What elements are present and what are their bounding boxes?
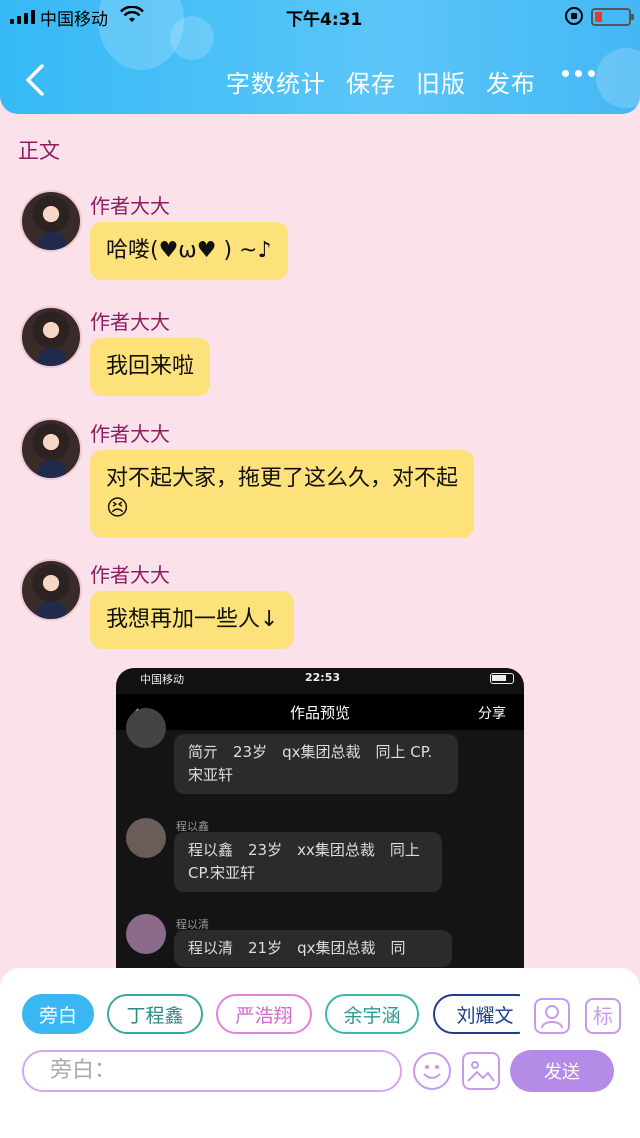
carrier-name: 中国移动	[40, 10, 108, 30]
back-button[interactable]	[18, 60, 52, 100]
embedded-card: 程以鑫 23岁 xx集团总裁 同上 CP.宋亚轩	[174, 832, 442, 892]
embedded-body: 简亓 23岁 qx集团总裁 同上 CP.宋亚轩 程以鑫 程以鑫 23岁 xx集团…	[116, 708, 524, 968]
embedded-carrier: 中国移动	[140, 673, 184, 686]
embedded-title: 作品预览	[289, 704, 350, 722]
author-avatar[interactable]	[20, 190, 82, 252]
image-icon[interactable]	[462, 1052, 500, 1090]
character-icon[interactable]	[534, 998, 570, 1034]
embedded-time: 22:53	[305, 671, 341, 684]
top-bar: 中国移动 下午4:31 字数统计 保存 旧版 发布	[0, 0, 640, 114]
embedded-avatar	[126, 914, 166, 954]
message-bubble[interactable]: 我想再加一些人↓	[90, 591, 295, 649]
signal-icon	[10, 10, 35, 24]
message-bubble[interactable]: 我回来啦	[90, 338, 211, 396]
save-button[interactable]: 保存	[346, 64, 396, 99]
decor-bubble	[596, 48, 640, 108]
role-chip-narration[interactable]: 旁白	[22, 994, 94, 1034]
send-button[interactable]: 发送	[510, 1050, 614, 1092]
embedded-avatar	[126, 708, 166, 748]
embedded-share: 分享	[478, 706, 506, 722]
battery-icon	[490, 673, 514, 684]
role-chip-liu[interactable]: 刘耀文	[433, 994, 520, 1034]
publish-button[interactable]: 发布	[486, 64, 536, 99]
role-chip-yu[interactable]: 余宇涵	[325, 994, 419, 1034]
embedded-status-bar: 中国移动 22:53	[116, 668, 524, 690]
embedded-nav-bar: ‹ 作品预览 分享	[116, 694, 524, 730]
label-tool-button[interactable]: 标	[585, 998, 621, 1034]
message-input[interactable]: 旁白：	[22, 1050, 402, 1092]
role-selector: 旁白 丁程鑫 严浩翔 余宇涵 刘耀文	[22, 994, 520, 1036]
author-name: 作者大大	[90, 194, 170, 218]
compose-panel: 旁白 丁程鑫 严浩翔 余宇涵 刘耀文 标 旁白： 发送	[0, 968, 640, 1138]
role-chip-yan[interactable]: 严浩翔	[216, 994, 312, 1034]
toolbar-actions: 字数统计 保存 旧版 发布	[226, 64, 536, 99]
section-label: 正文	[18, 139, 60, 163]
embedded-card: 程以清 21岁 qx集团总裁 同	[174, 930, 452, 967]
more-options-icon[interactable]	[562, 70, 595, 77]
image-message[interactable]: 中国移动 22:53 ‹ 作品预览 分享 简亓 23岁 qx集团总裁 同上 CP…	[116, 668, 524, 968]
author-avatar[interactable]	[20, 418, 82, 480]
orientation-lock-icon	[565, 7, 583, 25]
wifi-icon	[120, 5, 144, 29]
role-chip-ding[interactable]: 丁程鑫	[107, 994, 203, 1034]
embedded-card: 简亓 23岁 qx集团总裁 同上 CP.宋亚轩	[174, 734, 458, 794]
author-name: 作者大大	[90, 563, 170, 587]
author-name: 作者大大	[90, 310, 170, 334]
word-count-button[interactable]: 字数统计	[226, 64, 326, 99]
chevron-left-icon	[26, 64, 44, 96]
author-avatar[interactable]	[20, 559, 82, 621]
emoji-icon[interactable]	[413, 1052, 451, 1090]
status-time: 下午4:31	[286, 10, 363, 30]
author-avatar[interactable]	[20, 306, 82, 368]
message-bubble[interactable]: 对不起大家，拖更了这么久，对不起😣	[90, 450, 474, 538]
battery-icon	[591, 8, 634, 26]
author-name: 作者大大	[90, 422, 170, 446]
old-version-button[interactable]: 旧版	[416, 64, 466, 99]
status-bar: 中国移动 下午4:31	[0, 0, 640, 32]
message-bubble[interactable]: 哈喽(♥ω♥ ) ~♪	[90, 222, 288, 280]
embedded-avatar	[126, 818, 166, 858]
